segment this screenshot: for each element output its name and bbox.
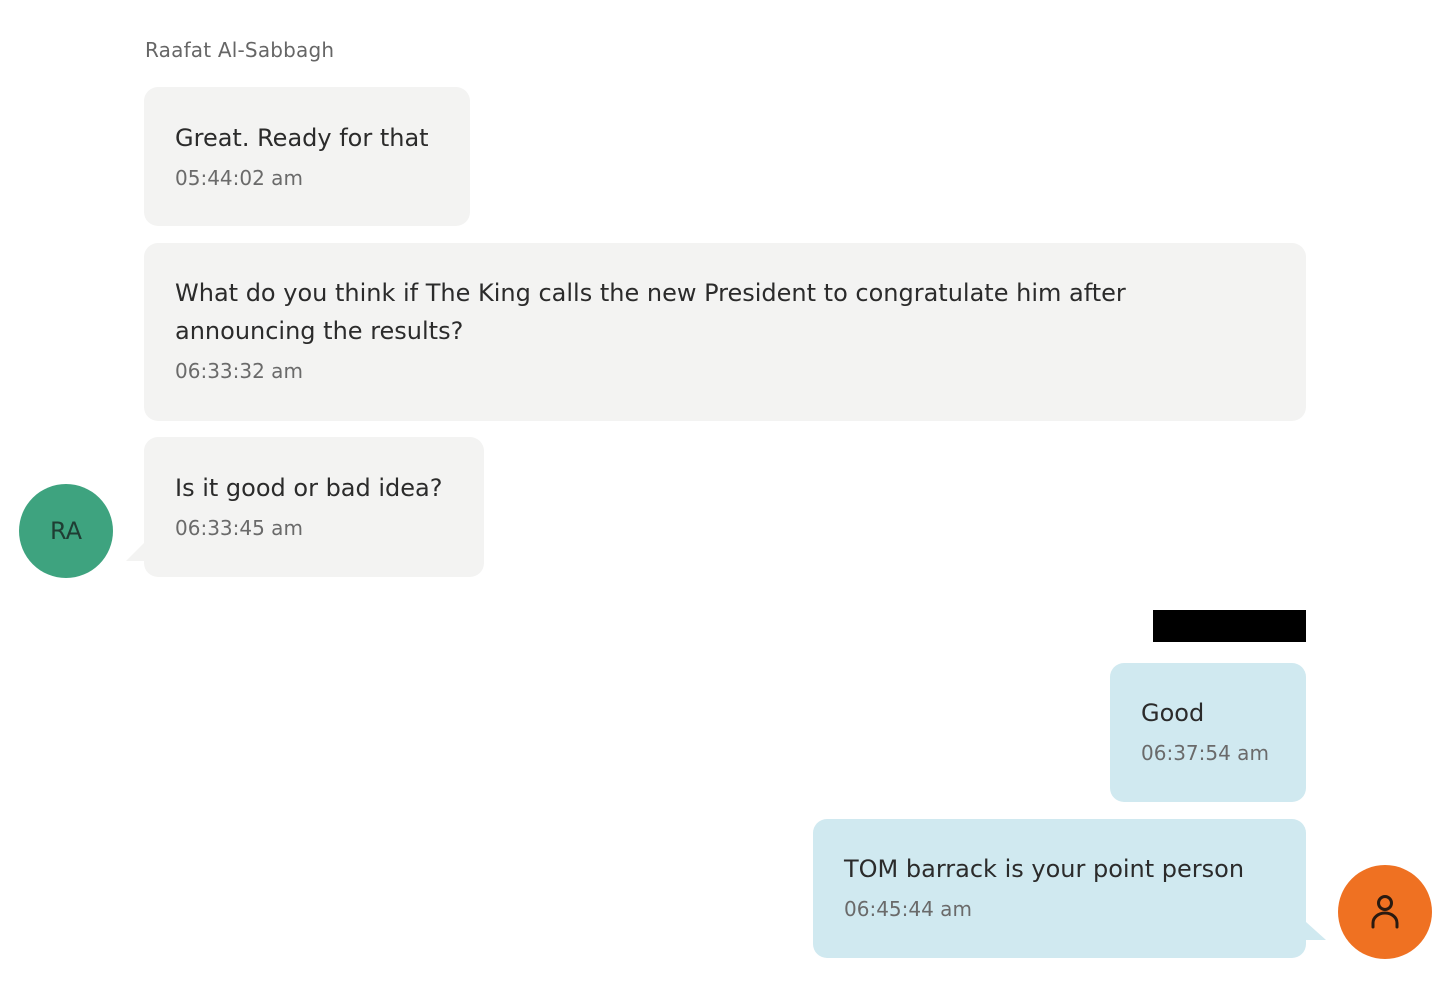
chat-thread: Raafat Al-Sabbagh Great. Ready for that … [0,0,1456,995]
message-text: TOM barrack is your point person [844,855,1245,883]
bubble-tail [126,541,146,561]
avatar-initials: RA [49,517,83,545]
message-timestamp: 06:33:32 am [175,359,303,383]
message-timestamp: 06:37:54 am [1141,741,1269,765]
redacted-sender-name [1153,610,1306,642]
sender-name: Raafat Al-Sabbagh [145,38,335,62]
message-text: Great. Ready for that [175,124,429,152]
message-text: Good [1141,699,1205,727]
message-timestamp: 06:45:44 am [844,897,972,921]
message-timestamp: 05:44:02 am [175,166,303,190]
user-avatar[interactable] [1338,865,1432,959]
message-bubble-incoming[interactable]: Great. Ready for that 05:44:02 am [144,87,470,226]
contact-avatar[interactable]: RA [19,484,113,578]
message-bubble-outgoing[interactable]: TOM barrack is your point person 06:45:4… [813,819,1306,958]
bubble-tail [1306,922,1326,940]
message-text: Is it good or bad idea? [175,474,443,502]
message-text: What do you think if The King calls the … [175,279,1126,345]
message-bubble-incoming[interactable]: Is it good or bad idea? 06:33:45 am [144,437,484,577]
person-icon [1371,895,1399,929]
message-bubble-incoming[interactable]: What do you think if The King calls the … [144,243,1306,421]
message-bubble-outgoing[interactable]: Good 06:37:54 am [1110,663,1306,802]
message-timestamp: 06:33:45 am [175,516,303,540]
